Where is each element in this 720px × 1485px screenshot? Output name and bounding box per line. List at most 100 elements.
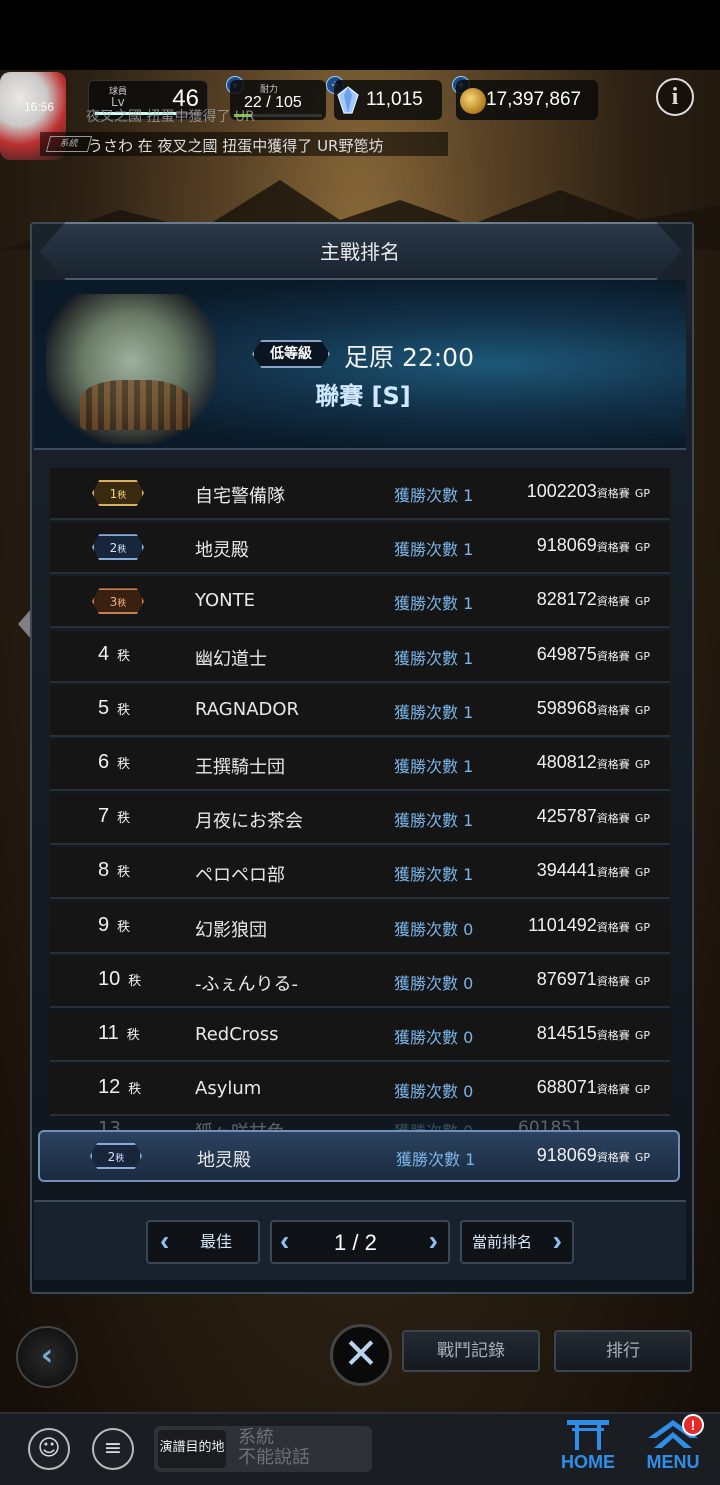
rank-medal: 1秩 [90,480,146,506]
gp-suffix: GP [634,812,650,826]
back-button[interactable]: ‹ [16,1326,78,1388]
rank-number: 10 [98,967,121,990]
gp-value: 598968 [536,697,597,718]
close-button[interactable]: ✕ [330,1324,392,1386]
rank-unit: 秩 [117,647,131,663]
gp-suffix: GP [634,920,650,934]
gp-score: 1101492資格賽 GP [528,915,650,936]
rank-number: 12 [98,1076,121,1099]
wins-count: 獲勝次數 0 [394,1028,474,1047]
best-label: 最佳 [200,1232,233,1251]
table-row[interactable]: 8 秩 ペロペロ部 獲勝次數 1 394441資格賽 GP [50,847,670,900]
rank-cell: 10 秩 [98,968,141,991]
next-page-icon[interactable]: › [429,1221,438,1261]
table-row[interactable]: 6 秩 王撰騎士団 獲勝次數 1 480812資格賽 GP [50,739,670,791]
own-wins: 獲勝次數 1 [396,1150,476,1169]
gp-value: 425787 [536,806,597,827]
chat-placeholder-line1: 系統 [238,1427,274,1448]
rank-unit: 秩 [117,918,131,934]
current-rank-button[interactable]: 當前排名 › [460,1220,574,1264]
gp-suffix: GP [634,703,650,717]
back-arrow-icon: ‹ [40,1338,54,1373]
table-row[interactable]: 1秩 自宅警備隊 獲勝次數 1 1002203資格賽 GP [50,468,670,520]
gp-suffix: GP [634,1029,650,1042]
wins-count: 獲勝次數 1 [394,486,474,505]
gems-value: 11,015 [366,89,423,110]
emoji-icon[interactable]: ☺ [28,1428,70,1470]
menu-label: MENU [646,1452,700,1472]
rank-unit: 秩 [126,1027,140,1042]
wins-count: 獲勝次數 1 [394,865,474,885]
coins-value: 17,397,867 [486,89,582,110]
gp-value: 828172 [536,589,597,610]
rank-medal: 2秩 [90,534,146,561]
table-row[interactable]: 11 秩 RedCross 獲勝次數 0 814515資格賽 GP [50,1010,670,1062]
gp-unit: 資格賽 [596,758,630,771]
table-row[interactable]: 5 秩 RAGNADOR 獲勝次數 1 598968資格賽 GP [50,684,670,737]
best-button[interactable]: ‹ 最佳 [146,1220,260,1264]
wins-count: 獲勝次數 1 [394,702,474,722]
rank-unit: 秩 [117,491,127,501]
gp-score: 480812資格賽 GP [537,752,650,773]
gp-unit: 資格賽 [596,866,630,880]
chat-icon[interactable]: ≡ [92,1428,134,1470]
wins-count: 獲勝次數 1 [394,594,474,614]
gp-unit: 資格賽 [596,595,630,609]
rank-number: 4 [98,642,110,665]
clock-text: 16:56 [24,100,55,114]
team-name: 自宅警備隊 [195,486,285,507]
gp-value: 814515 [536,1023,597,1043]
gp-unit: 資格賽 [596,1083,630,1097]
ticker-text: うさわ 在 夜叉之國 扭蛋中獲得了 UR野箆坊 [88,137,384,155]
rank-number: 6 [98,751,110,773]
wins-count: 獲勝次數 1 [394,757,474,776]
chat-destination-button[interactable]: 演譜目的地 [158,1430,226,1468]
gp-value: 918069 [536,535,597,556]
gp-value: 394441 [536,860,597,881]
own-ranking-row[interactable]: 2秩 地灵殿 獲勝次數 1 918069資格賽 GP [38,1130,680,1182]
gp-suffix: GP [634,758,650,771]
table-row[interactable]: 7 秩 月夜にお茶会 獲勝次數 1 425787資格賽 GP [50,793,670,846]
rank-number: 7 [98,805,110,828]
wins-count: 獲勝次數 1 [394,540,474,560]
system-ticker: 系統 うさわ 在 夜叉之國 扭蛋中獲得了 UR野箆坊 [40,132,448,156]
gp-score: 598968資格賽 GP [537,698,650,719]
table-row[interactable]: 4 秩 幽幻道士 獲勝次數 1 649875資格賽 GP [50,630,670,683]
own-rank-medal: 2秩 [90,1143,142,1169]
chat-input-area[interactable]: 演譜目的地 系統 不能說話 [154,1426,372,1472]
battle-log-button[interactable]: 戰鬥記錄 [402,1330,540,1372]
gp-score: 649875資格賽 GP [537,644,650,665]
table-row[interactable]: 12 秩 Asylum 獲勝次數 0 688071資格賽 GP [50,1064,670,1117]
rank-cell: 7秩 [98,805,130,828]
rank-unit: 秩 [117,701,131,717]
table-row[interactable]: 2秩 地灵殿 獲勝次數 1 918069資格賽 GP [50,522,670,575]
ticker-previous-message: 夜叉之國 扭蛋中獲得了 UR [86,109,255,125]
rank-cell: 9秩 [98,914,130,937]
current-rank-label: 當前排名 [472,1233,533,1251]
ranking-button[interactable]: 排行 [554,1330,692,1372]
gp-unit: 資格賽 [596,487,630,500]
gp-unit: 資格賽 [596,541,630,555]
table-row[interactable]: 3秩 YONTE 獲勝次數 1 828172資格賽 GP [50,576,670,629]
page-indicator: 1 / 2 [334,1230,377,1255]
home-label: HOME [561,1452,615,1472]
gp-suffix: GP [634,1083,650,1097]
rank-cell: 11 秩 [98,1022,140,1045]
table-row[interactable]: 10 秩 -ふぇんりる- 獲勝次數 0 876971資格賽 GP [50,955,670,1008]
rank-unit: 秩 [117,864,131,880]
table-row[interactable]: 9 秩 幻影狼団 獲勝次數 0 1101492資格賽 GP [50,901,670,954]
ticker-badge: 系統 [45,136,93,152]
gp-score: 425787資格賽 GP [537,806,650,827]
rank-number: 8 [98,859,110,882]
gp-unit: 資格賽 [596,974,630,988]
home-button[interactable]: HOME [556,1418,620,1478]
team-name: 幻影狼団 [195,919,267,941]
gp-score: 688071資格賽 GP [537,1077,650,1098]
gem-icon [337,86,359,114]
team-name: RAGNADOR [195,698,300,720]
team-name: 月夜にお茶会 [195,811,303,833]
info-button[interactable]: i [656,78,694,116]
gp-unit: 資格賽 [596,703,630,717]
rank-number: 11 [98,1022,119,1044]
prev-page-icon[interactable]: ‹ [280,1221,289,1261]
